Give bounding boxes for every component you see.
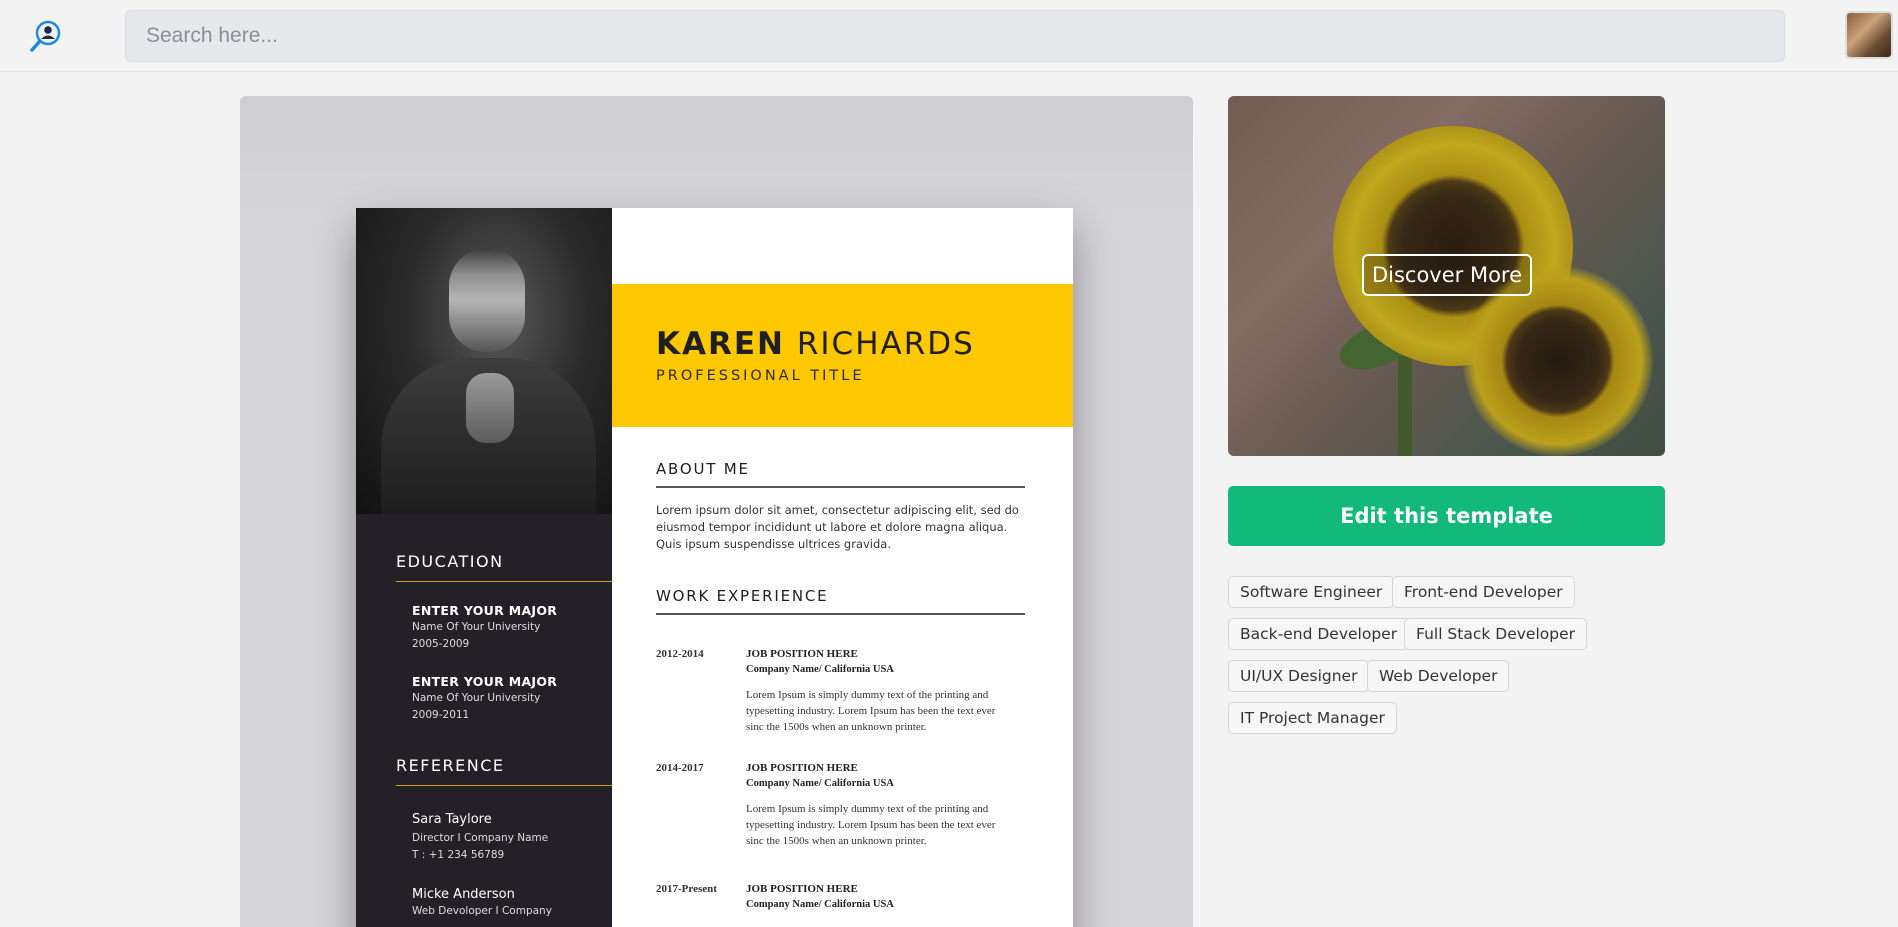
job-entry: JOB POSITION HERE Company Name/ Californ… xyxy=(746,648,1006,735)
work-divider xyxy=(656,613,1025,615)
about-text: Lorem ipsum dolor sit amet, consectetur … xyxy=(656,503,1019,551)
user-search-icon[interactable] xyxy=(28,18,64,54)
user-avatar[interactable] xyxy=(1845,11,1893,59)
job-description: Lorem Ipsum is simply dummy text of the … xyxy=(746,803,996,847)
first-name: KAREN xyxy=(656,326,786,362)
professional-title: PROFESSIONAL TITLE xyxy=(656,368,865,384)
job-position: JOB POSITION HERE xyxy=(746,762,858,774)
job-entry: JOB POSITION HERE Company Name/ Californ… xyxy=(746,883,1006,910)
job-company: Company Name/ California USA xyxy=(746,664,894,675)
reference-divider xyxy=(396,785,612,786)
education-university: Name Of Your University xyxy=(412,692,541,704)
top-bar xyxy=(0,0,1898,72)
edit-template-button[interactable]: Edit this template xyxy=(1228,486,1665,546)
job-entry: JOB POSITION HERE Company Name/ Californ… xyxy=(746,762,1006,849)
tag-chip[interactable]: Full Stack Developer xyxy=(1404,618,1587,650)
tag-chip[interactable]: Front-end Developer xyxy=(1392,576,1575,608)
discover-more-button[interactable]: Discover More xyxy=(1362,254,1532,296)
portrait-head xyxy=(449,248,525,352)
resume-document: EDUCATION ENTER YOUR MAJOR Name Of Your … xyxy=(356,208,1073,927)
education-major: ENTER YOUR MAJOR xyxy=(412,603,558,618)
job-company: Company Name/ California USA xyxy=(746,899,894,910)
reference-entry: Micke Anderson Web Devoloper I Company xyxy=(412,887,552,920)
reference-phone: T : +1 234 56789 xyxy=(412,849,505,861)
search-input[interactable] xyxy=(126,11,1784,61)
sunflower-banner: Discover More xyxy=(1228,96,1665,456)
search-bar xyxy=(125,10,1785,62)
education-major: ENTER YOUR MAJOR xyxy=(412,674,558,689)
education-entry: ENTER YOUR MAJOR Name Of Your University… xyxy=(412,602,557,653)
portrait-hands xyxy=(466,373,514,443)
preview-background xyxy=(240,96,1193,216)
education-heading: EDUCATION xyxy=(396,552,504,571)
reference-role: Web Devoloper I Company xyxy=(412,905,552,917)
job-position: JOB POSITION HERE xyxy=(746,883,858,895)
education-university: Name Of Your University xyxy=(412,621,541,633)
tag-chip[interactable]: UI/UX Designer xyxy=(1228,660,1370,692)
job-years: 2014-2017 xyxy=(656,762,704,774)
job-description: Lorem Ipsum is simply dummy text of the … xyxy=(746,689,996,733)
job-position: JOB POSITION HERE xyxy=(746,648,858,660)
work-heading: WORK EXPERIENCE xyxy=(656,587,829,605)
education-years: 2005-2009 xyxy=(412,638,470,650)
education-years: 2009-2011 xyxy=(412,709,470,721)
template-preview: EDUCATION ENTER YOUR MAJOR Name Of Your … xyxy=(240,96,1193,927)
resume-portrait xyxy=(356,208,612,514)
about-divider xyxy=(656,486,1025,488)
education-entry: ENTER YOUR MAJOR Name Of Your University… xyxy=(412,673,557,724)
reference-role: Director I Company Name xyxy=(412,832,549,844)
tag-chip[interactable]: IT Project Manager xyxy=(1228,702,1397,734)
job-years: 2017-Present xyxy=(656,883,717,895)
reference-name: Sara Taylore xyxy=(412,812,492,827)
about-heading: ABOUT ME xyxy=(656,460,750,478)
last-name: RICHARDS xyxy=(796,326,975,362)
job-years: 2012-2014 xyxy=(656,648,704,660)
job-company: Company Name/ California USA xyxy=(746,778,894,789)
resume-name-banner: KAREN RICHARDS PROFESSIONAL TITLE xyxy=(612,284,1073,427)
reference-entry: Sara Taylore Director I Company Name T :… xyxy=(412,812,548,864)
tag-chip[interactable]: Software Engineer xyxy=(1228,576,1395,608)
resume-name: KAREN RICHARDS xyxy=(656,326,975,362)
reference-heading: REFERENCE xyxy=(396,756,505,775)
education-divider xyxy=(396,581,612,582)
tag-chip[interactable]: Web Developer xyxy=(1367,660,1510,692)
resume-left-column: EDUCATION ENTER YOUR MAJOR Name Of Your … xyxy=(356,208,612,927)
tag-chip[interactable]: Back-end Developer xyxy=(1228,618,1410,650)
reference-name: Micke Anderson xyxy=(412,887,515,902)
